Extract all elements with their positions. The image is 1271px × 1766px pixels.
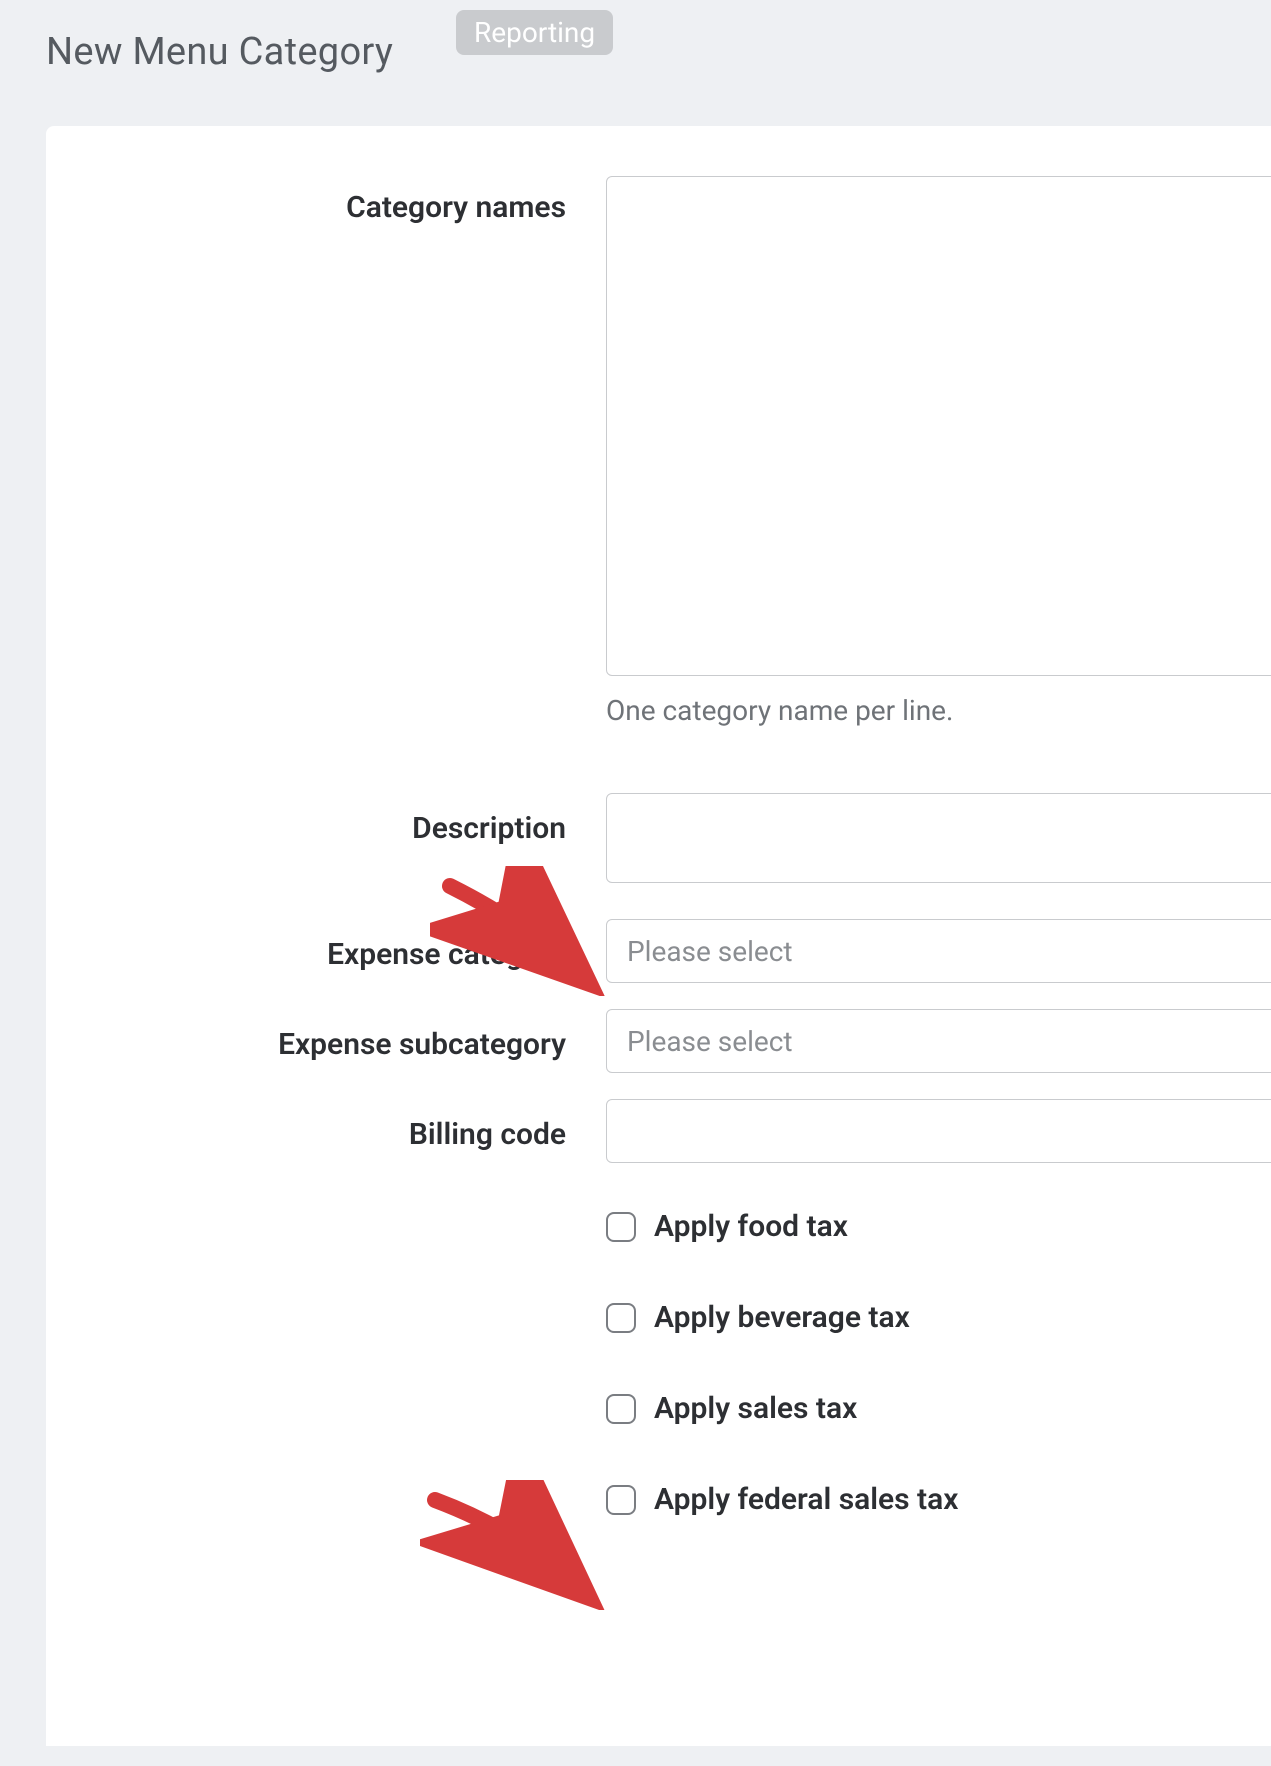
form-panel: Category names One category name per lin… — [46, 126, 1271, 1746]
food-tax-checkbox[interactable] — [606, 1212, 636, 1242]
expense-category-select[interactable]: Please select — [606, 919, 1271, 983]
reporting-chip: Reporting — [456, 10, 613, 55]
category-names-help: One category name per line. — [606, 694, 1271, 727]
food-tax-label: Apply food tax — [654, 1209, 848, 1244]
category-names-label: Category names — [46, 176, 606, 225]
billing-code-label: Billing code — [46, 1099, 606, 1152]
category-names-input[interactable] — [606, 176, 1271, 676]
page-title: New Menu Category — [46, 30, 1271, 74]
description-input[interactable] — [606, 793, 1271, 883]
description-label: Description — [46, 793, 606, 846]
page-header: Reporting New Menu Category — [46, 30, 1271, 120]
expense-category-label: Expense category — [46, 919, 606, 972]
billing-code-input[interactable] — [606, 1099, 1271, 1163]
beverage-tax-label: Apply beverage tax — [654, 1300, 910, 1335]
expense-subcategory-label: Expense subcategory — [46, 1009, 606, 1062]
sales-tax-label: Apply sales tax — [654, 1391, 857, 1426]
federal-sales-tax-checkbox[interactable] — [606, 1485, 636, 1515]
sales-tax-checkbox[interactable] — [606, 1394, 636, 1424]
beverage-tax-checkbox[interactable] — [606, 1303, 636, 1333]
expense-subcategory-select[interactable]: Please select — [606, 1009, 1271, 1073]
federal-sales-tax-label: Apply federal sales tax — [654, 1482, 958, 1517]
